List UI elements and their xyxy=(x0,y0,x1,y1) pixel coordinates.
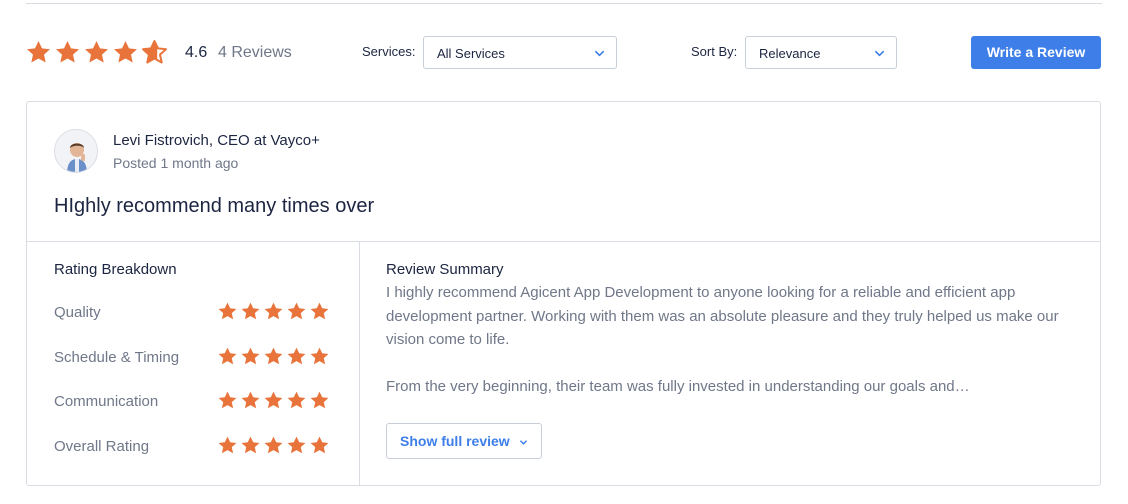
card-divider xyxy=(27,241,1100,242)
star-icon xyxy=(217,301,238,322)
chevron-down-icon xyxy=(595,50,604,57)
review-summary-paragraph: From the very beginning, their team was … xyxy=(386,378,970,395)
avatar-image xyxy=(55,130,97,172)
sort-select-value: Relevance xyxy=(759,46,821,61)
breakdown-stars xyxy=(217,390,330,411)
review-card: Levi Fistrovich, CEO at Vayco+ Posted 1 … xyxy=(26,101,1101,486)
review-summary-heading: Review Summary xyxy=(386,261,504,278)
reviews-header: 4.6 4 Reviews Services: All Services Sor… xyxy=(0,0,1128,100)
breakdown-row-communication: Communication xyxy=(54,390,334,414)
show-full-review-label: Show full review xyxy=(400,433,510,449)
breakdown-row-overall: Overall Rating xyxy=(54,435,334,459)
services-filter-label: Services: xyxy=(362,44,416,59)
show-full-review-button[interactable]: Show full review xyxy=(386,423,542,459)
breakdown-label: Overall Rating xyxy=(54,438,150,455)
breakdown-stars xyxy=(217,435,330,456)
star-icon xyxy=(240,390,261,411)
chevron-down-icon xyxy=(875,50,884,57)
star-icon xyxy=(309,346,330,367)
star-icon xyxy=(263,301,284,322)
star-icon xyxy=(263,435,284,456)
write-review-button[interactable]: Write a Review xyxy=(971,36,1101,69)
review-count: 4 Reviews xyxy=(218,44,292,61)
star-icon xyxy=(286,346,307,367)
breakdown-stars xyxy=(217,301,330,322)
reviewer-name: Levi Fistrovich, CEO at Vayco+ xyxy=(113,132,320,149)
services-select-value: All Services xyxy=(437,46,505,61)
star-icon xyxy=(240,346,261,367)
breakdown-label: Communication xyxy=(54,393,159,410)
review-title: HIghly recommend many times over xyxy=(54,195,375,217)
star-icon xyxy=(240,301,261,322)
avatar xyxy=(54,129,98,173)
star-icon xyxy=(54,39,81,66)
rating-breakdown-heading: Rating Breakdown xyxy=(54,261,177,278)
overall-score: 4.6 xyxy=(185,44,208,61)
star-icon xyxy=(309,390,330,411)
chevron-down-icon xyxy=(520,440,527,445)
star-icon xyxy=(217,435,238,456)
star-icon xyxy=(286,435,307,456)
breakdown-row-schedule: Schedule & Timing xyxy=(54,346,334,370)
breakdown-label: Schedule & Timing xyxy=(54,349,180,366)
star-icon xyxy=(263,390,284,411)
half-star-icon xyxy=(141,39,168,66)
star-icon xyxy=(25,39,52,66)
star-icon xyxy=(309,301,330,322)
services-select[interactable]: All Services xyxy=(423,36,617,69)
review-summary-paragraph: I highly recommend Agicent App Developme… xyxy=(386,284,1059,348)
star-icon xyxy=(112,39,139,66)
posted-date: Posted 1 month ago xyxy=(113,155,239,171)
star-icon xyxy=(240,435,261,456)
overall-rating-stars xyxy=(25,39,168,66)
breakdown-row-quality: Quality xyxy=(54,301,334,325)
sort-filter-label: Sort By: xyxy=(691,44,738,59)
star-icon xyxy=(217,346,238,367)
breakdown-label: Quality xyxy=(54,304,101,321)
star-icon xyxy=(286,301,307,322)
column-divider xyxy=(359,241,360,485)
star-icon xyxy=(217,390,238,411)
sort-select[interactable]: Relevance xyxy=(745,36,897,69)
star-icon xyxy=(83,39,110,66)
star-icon xyxy=(263,346,284,367)
breakdown-stars xyxy=(217,346,330,367)
star-icon xyxy=(309,435,330,456)
star-icon xyxy=(286,390,307,411)
